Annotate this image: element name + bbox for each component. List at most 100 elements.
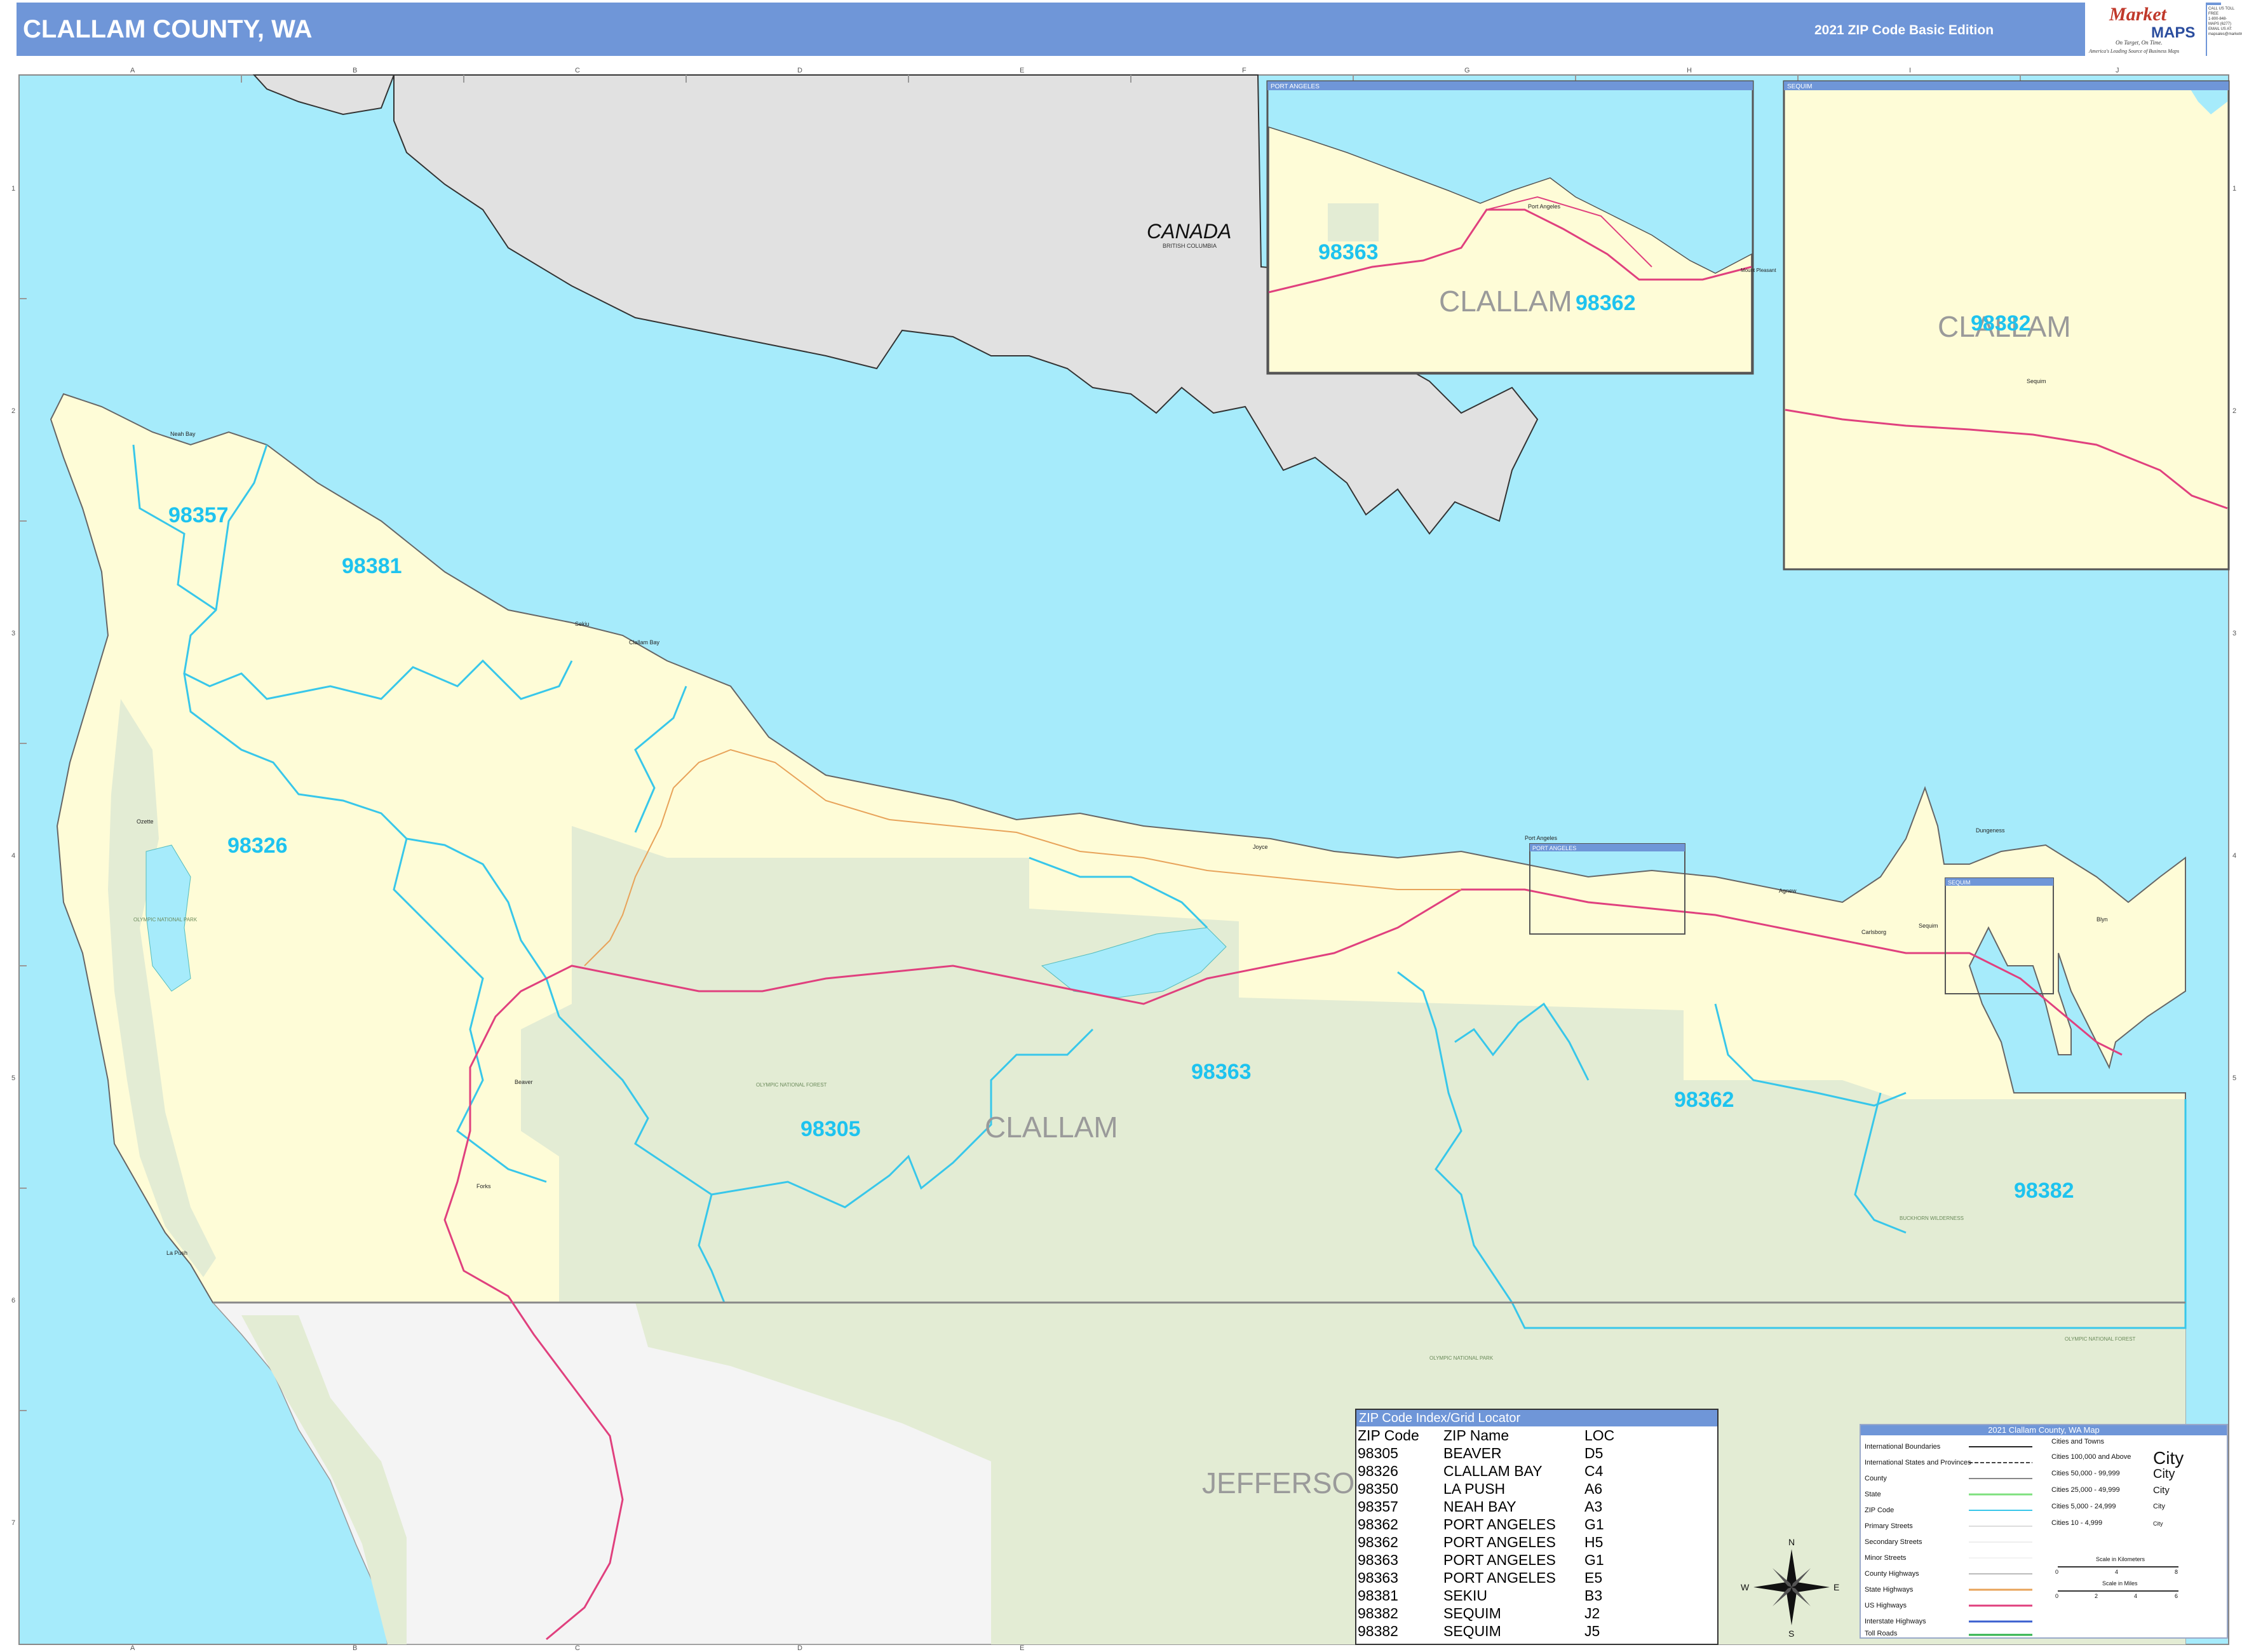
- logo-tagline: On Target, On Time.: [2116, 39, 2163, 46]
- zip-label: 98362: [1576, 291, 1636, 315]
- grid-label: C: [575, 1644, 580, 1652]
- town-label: Agnew: [1779, 888, 1797, 894]
- column-header: ZIP Name: [1443, 1426, 1509, 1444]
- zip-cell: 98363: [1358, 1551, 1398, 1568]
- town-label: Beaver: [515, 1079, 533, 1085]
- legend-item: Minor Streets: [1865, 1554, 1907, 1562]
- legend-item: Primary Streets: [1865, 1522, 1913, 1530]
- grid-label: B: [353, 67, 357, 74]
- compass-s: S: [1788, 1628, 1794, 1639]
- inset-marker-label: SEQUIM: [1948, 879, 1971, 886]
- contact-line: EMAIL US AT:: [2208, 27, 2232, 31]
- name-cell: PORT ANGELES: [1443, 1515, 1556, 1533]
- table-row: 98357 NEAH BAY A3: [1358, 1498, 1648, 1515]
- logo-text-market: Market: [2109, 4, 2166, 25]
- zip-label: 98363: [1318, 240, 1379, 264]
- inset-marker-label: PORT ANGELES: [1532, 845, 1576, 851]
- market-maps-logo: Market MAPS On Target, On Time. America'…: [2085, 3, 2206, 56]
- contact-line: mapsales@marketmaps.com: [2208, 32, 2242, 36]
- loc-cell: D5: [1584, 1444, 1604, 1461]
- scale-tick: 6: [2175, 1593, 2178, 1599]
- town-label: Clallam Bay: [629, 639, 660, 646]
- table-row: 98363 PORT ANGELES G1: [1358, 1551, 1648, 1569]
- inset-county-label: CLALLAM: [1439, 285, 1572, 318]
- name-cell: PORT ANGELES: [1443, 1533, 1556, 1550]
- grid-label: 3: [11, 630, 15, 637]
- legend-city-range: Cities 10 - 4,999: [2051, 1519, 2103, 1527]
- zip-label: 98357: [168, 503, 229, 527]
- name-cell: SEKIU: [1443, 1587, 1488, 1604]
- name-cell: LA PUSH: [1443, 1480, 1506, 1497]
- scale-tick: 0: [2055, 1569, 2059, 1575]
- scale-tick: 4: [2134, 1593, 2138, 1599]
- grid-label: 2: [11, 407, 15, 415]
- legend-city-range: Cities 5,000 - 24,999: [2051, 1503, 2116, 1510]
- compass-e: E: [1833, 1582, 1839, 1592]
- map-legend: 2021 Clallam County, WA Map Internationa…: [1860, 1424, 2228, 1639]
- zip-label: 98382: [2014, 1179, 2074, 1203]
- town-label: Ozette: [137, 818, 154, 825]
- grid-label: F: [1242, 67, 1246, 74]
- table-row: 98305 BEAVER D5: [1358, 1444, 1648, 1462]
- town-label: La Push: [166, 1250, 187, 1256]
- town-label: Neah Bay: [170, 431, 196, 437]
- town-label: Port Angeles: [1525, 835, 1558, 841]
- zip-index-panel: ZIP Code Index/Grid Locator ZIP Code ZIP…: [1355, 1409, 1719, 1645]
- scale-mi-label: Scale in Miles: [2102, 1580, 2138, 1587]
- grid-label: D: [797, 1644, 802, 1652]
- table-row: 98382 SEQUIM J5: [1358, 1622, 1648, 1640]
- zip-cell: 98357: [1358, 1498, 1398, 1515]
- grid-label: E: [1020, 1644, 1024, 1652]
- name-cell: PORT ANGELES: [1443, 1551, 1556, 1568]
- loc-cell: E5: [1584, 1569, 1603, 1586]
- grid-label: D: [797, 67, 802, 74]
- legend-item: County: [1865, 1475, 1887, 1482]
- scale-tick: 4: [2115, 1569, 2119, 1575]
- town-label: Forks: [476, 1183, 491, 1189]
- legend-item: State Highways: [1865, 1586, 1914, 1594]
- table-row: 98326 CLALLAM BAY C4: [1358, 1462, 1648, 1480]
- park-label: OLYMPIC NATIONAL PARK: [133, 917, 198, 923]
- grid-label: 5: [2232, 1074, 2236, 1082]
- legend-item: County Highways: [1865, 1570, 1919, 1578]
- town-label: Mount Pleasant: [1741, 267, 1776, 273]
- column-header: ZIP Code: [1358, 1426, 1419, 1444]
- province-label: BRITISH COLUMBIA: [1163, 243, 1217, 249]
- town-label: Carlsborg: [1861, 929, 1886, 935]
- legend-item: Toll Roads: [1865, 1630, 1898, 1637]
- map-header: CLALLAM COUNTY, WA 2021 ZIP Code Basic E…: [17, 3, 2242, 58]
- grid-label: J: [2116, 67, 2119, 74]
- legend-item: International Boundaries: [1865, 1443, 1941, 1451]
- legend-city-sample: City: [2153, 1467, 2175, 1481]
- town-label: Port Angeles: [1528, 203, 1561, 210]
- compass-w: W: [1741, 1582, 1750, 1592]
- zip-label: 98305: [800, 1117, 861, 1141]
- county-map[interactable]: A B C D E F G H I J A B C D E 1 2 3 4 5 …: [0, 64, 2242, 1652]
- zip-cell: 98326: [1358, 1462, 1398, 1479]
- name-cell: BEAVER: [1443, 1444, 1502, 1461]
- inset-sequim[interactable]: SEQUIM CLALLAM 98382 Sequim: [1783, 80, 2230, 571]
- inset-title: SEQUIM: [1787, 83, 1812, 90]
- grid-label: 2: [2232, 407, 2236, 415]
- loc-cell: J5: [1584, 1622, 1600, 1639]
- loc-cell: A3: [1584, 1498, 1603, 1515]
- legend-city-sample: City: [2153, 1485, 2170, 1496]
- legend-item: Interstate Highways: [1865, 1618, 1926, 1625]
- zip-index-title: ZIP Code Index/Grid Locator: [1356, 1410, 1717, 1426]
- loc-cell: A6: [1584, 1480, 1603, 1497]
- inset-port-angeles[interactable]: PORT ANGELES CLALLAM 98363 98362 Port An…: [1266, 80, 1776, 375]
- grid-label: 4: [11, 852, 15, 860]
- edition-label: 2021 ZIP Code Basic Edition: [1814, 23, 1994, 37]
- legend-city-range: Cities 25,000 - 49,999: [2051, 1486, 2120, 1494]
- name-cell: NEAH BAY: [1443, 1498, 1516, 1515]
- grid-label: C: [575, 67, 580, 74]
- grid-label: 5: [11, 1074, 15, 1082]
- canada-label: CANADA: [1147, 220, 1231, 243]
- town-label: Joyce: [1253, 844, 1268, 850]
- grid-label: A: [130, 1644, 135, 1652]
- grid-label: G: [1464, 67, 1470, 74]
- legend-city-range: Cities 50,000 - 99,999: [2051, 1470, 2120, 1477]
- jefferson-label: JEFFERSON: [1202, 1466, 1375, 1500]
- zip-label: 98326: [227, 834, 288, 858]
- county-label: CLALLAM: [985, 1111, 1118, 1144]
